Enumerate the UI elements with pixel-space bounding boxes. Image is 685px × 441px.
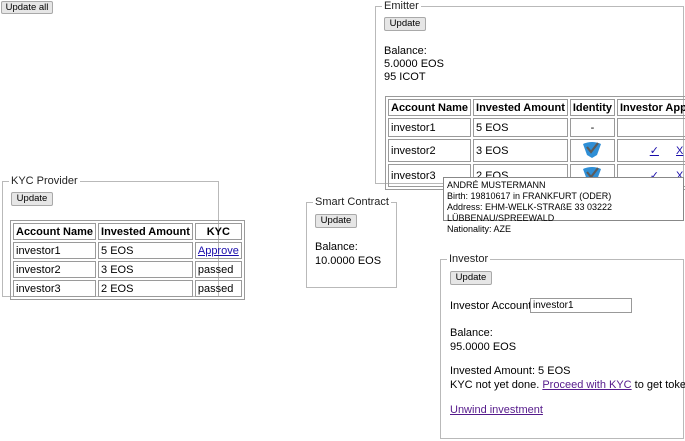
kyc-status-line: KYC not yet done. Proceed with KYC to ge… <box>450 379 685 391</box>
smart-contract-title: Smart Contract <box>315 196 389 208</box>
tooltip-nationality: Nationality: AZE <box>447 224 512 234</box>
approve-link[interactable]: ✓ <box>650 145 659 157</box>
identity-cell: - <box>569 118 615 137</box>
smart-contract-balance-eos: 10.0000 EOS <box>315 255 382 267</box>
tooltip-name: ANDRÉ MUSTERMANN <box>447 180 546 190</box>
update-all-button[interactable]: Update all <box>1 1 53 14</box>
investor-balance-label: Balance: <box>450 327 493 339</box>
investor-update-button[interactable]: Update <box>450 271 492 285</box>
column-header: Invested Amount <box>473 99 568 116</box>
emitter-balance-eos: 5.0000 EOS <box>384 58 444 70</box>
column-header: Identity <box>569 99 615 116</box>
amount-cell: 5 EOS <box>98 242 193 259</box>
account-cell: investor3 <box>13 280 97 297</box>
tooltip-address: Address: EHM-WELK-STRAßE 33 03222 LÜBBEN… <box>447 202 613 223</box>
amount-cell: 3 EOS <box>98 261 193 278</box>
account-cell: investor1 <box>13 242 97 259</box>
kyc-cell: passed <box>194 261 242 278</box>
kyc-update-button[interactable]: Update <box>11 192 53 206</box>
approve-kyc-link[interactable]: Approve <box>198 245 239 257</box>
table-header-row: Account Name Invested Amount Identity In… <box>388 99 685 116</box>
unwind-investment-link[interactable]: Unwind investment <box>450 404 543 416</box>
kyc-provider-title: KYC Provider <box>11 175 78 187</box>
approval-cell: ✓ X <box>616 139 685 162</box>
reject-link[interactable]: X <box>676 145 683 157</box>
investor-account-label: Investor Account: <box>450 300 535 312</box>
emitter-balance-label: Balance: <box>384 45 427 57</box>
smart-contract-update-button[interactable]: Update <box>315 214 357 228</box>
account-cell: investor2 <box>388 139 472 162</box>
column-header: Account Name <box>13 223 97 240</box>
emitter-title: Emitter <box>384 0 419 12</box>
column-header: KYC <box>194 223 242 240</box>
investor-balance-eos: 95.0000 EOS <box>450 341 517 353</box>
kyc-table: Account Name Invested Amount KYC investo… <box>10 220 245 300</box>
table-row: investor3 2 EOS passed <box>13 280 242 297</box>
identity-cell[interactable] <box>569 139 615 162</box>
proceed-with-kyc-link[interactable]: Proceed with KYC <box>542 379 631 391</box>
kyc-status-text: KYC not yet done. <box>450 379 540 391</box>
table-row: investor1 5 EOS - <box>388 118 685 137</box>
kyc-cell: Approve <box>194 242 242 259</box>
approval-cell <box>616 118 685 137</box>
table-header-row: Account Name Invested Amount KYC <box>13 223 242 240</box>
kyc-cell: passed <box>194 280 242 297</box>
kyc-suffix-text: to get tokens. <box>634 379 685 391</box>
investor-account-input[interactable] <box>530 298 632 313</box>
emitter-balance-icot: 95 ICOT <box>384 71 426 83</box>
emitter-update-button[interactable]: Update <box>384 17 426 31</box>
table-row: investor2 3 EOS passed <box>13 261 242 278</box>
table-row: investor1 5 EOS Approve <box>13 242 242 259</box>
identity-tooltip: ANDRÉ MUSTERMANN Birth: 19810617 in FRAN… <box>443 177 684 234</box>
emitter-table: Account Name Invested Amount Identity In… <box>385 96 685 190</box>
column-header: Invested Amount <box>98 223 193 240</box>
smart-contract-balance-label: Balance: <box>315 241 358 253</box>
amount-cell: 3 EOS <box>473 139 568 162</box>
column-header: Investor Approval <box>616 99 685 116</box>
account-cell: investor1 <box>388 118 472 137</box>
account-cell: investor2 <box>13 261 97 278</box>
tooltip-birth: Birth: 19810617 in FRANKFURT (ODER) <box>447 191 612 201</box>
investor-title: Investor <box>449 253 489 265</box>
amount-cell: 5 EOS <box>473 118 568 137</box>
verified-shield-icon[interactable] <box>581 140 603 158</box>
table-row: investor2 3 EOS ✓ X <box>388 139 685 162</box>
invested-amount-text: Invested Amount: 5 EOS <box>450 365 571 377</box>
amount-cell: 2 EOS <box>98 280 193 297</box>
column-header: Account Name <box>388 99 472 116</box>
